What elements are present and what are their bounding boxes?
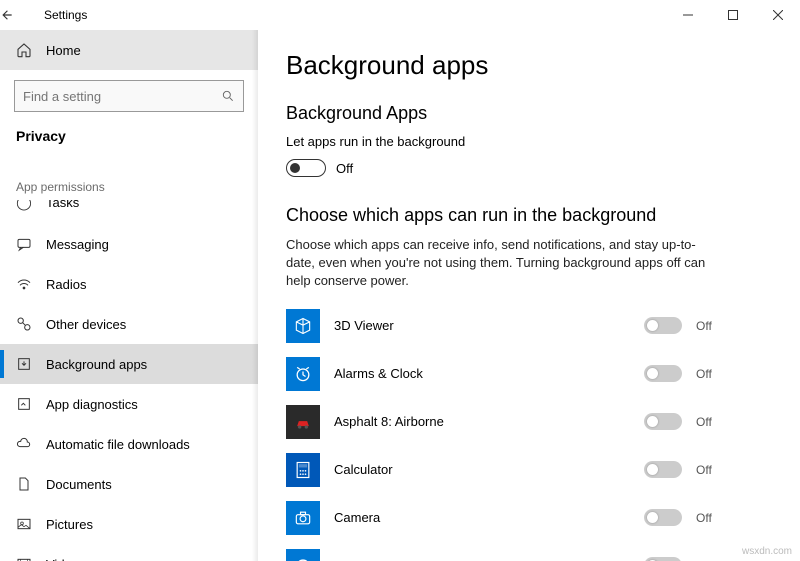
app-name: Alarms & Clock bbox=[334, 366, 630, 381]
app-row-camera: Camera Off bbox=[286, 501, 726, 535]
app-toggle[interactable] bbox=[644, 557, 682, 561]
other-devices-icon bbox=[16, 316, 32, 332]
sidebar-item-label: App diagnostics bbox=[46, 397, 138, 412]
search-box[interactable] bbox=[14, 80, 244, 112]
app-toggle[interactable] bbox=[644, 461, 682, 478]
app-toggle[interactable] bbox=[644, 317, 682, 334]
radios-icon bbox=[16, 276, 32, 292]
sidebar-item-messaging[interactable]: Messaging bbox=[0, 224, 258, 264]
sidebar-item-label: Tasks bbox=[46, 200, 79, 210]
home-icon bbox=[16, 42, 32, 58]
app-name: 3D Viewer bbox=[334, 318, 630, 333]
sidebar-item-videos[interactable]: Videos bbox=[0, 544, 258, 561]
3d-viewer-icon bbox=[286, 309, 320, 343]
app-state: Off bbox=[696, 463, 726, 477]
app-toggle[interactable] bbox=[644, 365, 682, 382]
calculator-icon bbox=[286, 453, 320, 487]
sidebar-category: Privacy bbox=[0, 122, 258, 156]
master-toggle-label: Let apps run in the background bbox=[286, 134, 772, 149]
watermark: wsxdn.com bbox=[742, 546, 792, 557]
sidebar: Home Privacy App permissions ◯ Tasks Mes… bbox=[0, 30, 258, 561]
maximize-icon bbox=[728, 10, 738, 20]
back-button[interactable] bbox=[0, 8, 40, 22]
app-toggle[interactable] bbox=[644, 509, 682, 526]
sidebar-item-auto-downloads[interactable]: Automatic file downloads bbox=[0, 424, 258, 464]
sidebar-section-label: App permissions bbox=[0, 156, 258, 200]
app-row-cortana: Cortana Off bbox=[286, 549, 726, 561]
sidebar-item-label: Messaging bbox=[46, 237, 109, 252]
app-toggle[interactable] bbox=[644, 413, 682, 430]
arrow-left-icon bbox=[0, 8, 14, 22]
sidebar-item-documents[interactable]: Documents bbox=[0, 464, 258, 504]
sidebar-item-pictures[interactable]: Pictures bbox=[0, 504, 258, 544]
search-input[interactable] bbox=[23, 89, 221, 104]
sidebar-item-home[interactable]: Home bbox=[0, 30, 258, 70]
close-icon bbox=[773, 10, 783, 20]
app-row-calculator: Calculator Off bbox=[286, 453, 726, 487]
app-row-3d-viewer: 3D Viewer Off bbox=[286, 309, 726, 343]
close-button[interactable] bbox=[755, 0, 800, 30]
documents-icon bbox=[16, 476, 32, 492]
sidebar-item-label: Other devices bbox=[46, 317, 126, 332]
minimize-icon bbox=[683, 10, 693, 20]
title-bar: Settings bbox=[0, 0, 800, 30]
sidebar-item-label: Radios bbox=[46, 277, 86, 292]
main-content: Background apps Background Apps Let apps… bbox=[258, 30, 800, 561]
app-name: Asphalt 8: Airborne bbox=[334, 414, 630, 429]
cortana-icon bbox=[286, 549, 320, 561]
sidebar-nav-list: ◯ Tasks Messaging Radios Other devices B… bbox=[0, 200, 258, 561]
master-toggle-state: Off bbox=[336, 161, 353, 176]
alarms-icon bbox=[286, 357, 320, 391]
sidebar-item-label: Background apps bbox=[46, 357, 147, 372]
app-row-alarms: Alarms & Clock Off bbox=[286, 357, 726, 391]
sidebar-item-label: Videos bbox=[46, 557, 86, 561]
master-toggle[interactable] bbox=[286, 159, 326, 177]
background-apps-icon bbox=[16, 356, 32, 372]
app-diagnostics-icon bbox=[16, 396, 32, 412]
page-title: Background apps bbox=[286, 50, 772, 81]
app-state: Off bbox=[696, 367, 726, 381]
app-state: Off bbox=[696, 319, 726, 333]
messaging-icon bbox=[16, 236, 32, 252]
section-description: Choose which apps can receive info, send… bbox=[286, 236, 716, 291]
sidebar-item-app-diagnostics[interactable]: App diagnostics bbox=[0, 384, 258, 424]
sidebar-item-background-apps[interactable]: Background apps bbox=[0, 344, 258, 384]
app-state: Off bbox=[696, 511, 726, 525]
tasks-icon: ◯ bbox=[16, 200, 32, 211]
minimize-button[interactable] bbox=[665, 0, 710, 30]
sidebar-item-label: Documents bbox=[46, 477, 112, 492]
sidebar-item-label: Automatic file downloads bbox=[46, 437, 190, 452]
app-state: Off bbox=[696, 415, 726, 429]
sidebar-item-radios[interactable]: Radios bbox=[0, 264, 258, 304]
app-list: 3D Viewer Off Alarms & Clock Off Asphalt… bbox=[286, 309, 772, 561]
maximize-button[interactable] bbox=[710, 0, 755, 30]
sidebar-item-other-devices[interactable]: Other devices bbox=[0, 304, 258, 344]
videos-icon bbox=[16, 556, 32, 561]
app-name: Calculator bbox=[334, 462, 630, 477]
camera-icon bbox=[286, 501, 320, 535]
section-title-choose-apps: Choose which apps can run in the backgro… bbox=[286, 205, 772, 226]
asphalt-icon bbox=[286, 405, 320, 439]
window-title: Settings bbox=[44, 8, 87, 22]
search-icon bbox=[221, 89, 235, 103]
pictures-icon bbox=[16, 516, 32, 532]
app-name: Camera bbox=[334, 510, 630, 525]
cloud-download-icon bbox=[16, 436, 32, 452]
section-title-background-apps: Background Apps bbox=[286, 103, 772, 124]
app-row-asphalt: Asphalt 8: Airborne Off bbox=[286, 405, 726, 439]
sidebar-item-label: Pictures bbox=[46, 517, 93, 532]
sidebar-item-tasks[interactable]: ◯ Tasks bbox=[0, 200, 258, 224]
sidebar-home-label: Home bbox=[46, 43, 81, 58]
